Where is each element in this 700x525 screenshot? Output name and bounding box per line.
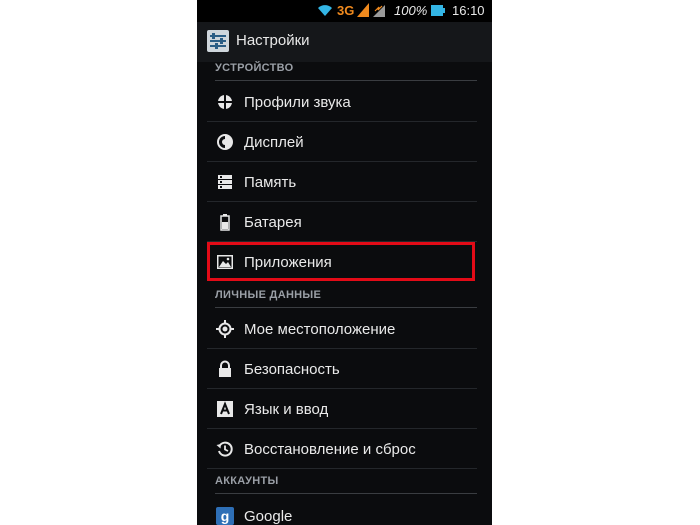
- svg-text:g: g: [221, 508, 230, 524]
- battery-icon: [220, 214, 230, 231]
- clock: 16:10: [452, 3, 485, 18]
- settings-item-backup[interactable]: Восстановление и сброс: [207, 430, 477, 469]
- network-type: 3G: [337, 3, 355, 18]
- settings-item-label: Восстановление и сброс: [244, 441, 416, 458]
- battery-percent: 100%: [394, 3, 428, 18]
- lock-icon: [219, 360, 231, 377]
- settings-item-memory[interactable]: Память: [207, 163, 477, 202]
- keyboard-letter-icon: [217, 401, 233, 417]
- settings-item-label: Батарея: [244, 214, 302, 231]
- sound-profiles-icon: [217, 94, 233, 110]
- settings-item-label: Мое местоположение: [244, 321, 396, 338]
- storage-icon: [218, 175, 232, 189]
- settings-item-google[interactable]: g Google: [207, 497, 477, 525]
- settings-item-label: Безопасность: [244, 361, 340, 378]
- display-brightness-icon: [217, 134, 233, 150]
- settings-item-label: Google: [244, 508, 293, 525]
- settings-sliders-icon[interactable]: [207, 30, 229, 52]
- section-header-device: УСТРОЙСТВО: [215, 62, 477, 81]
- section-header-personal: ЛИЧНЫЕ ДАННЫЕ: [215, 289, 477, 308]
- signal-icon: [373, 5, 385, 17]
- signal-icon: [357, 3, 369, 17]
- google-icon: g: [216, 507, 234, 525]
- settings-item-location[interactable]: Мое местоположение: [207, 310, 477, 349]
- settings-item-battery[interactable]: Батарея: [207, 203, 477, 242]
- settings-item-display[interactable]: Дисплей: [207, 123, 477, 162]
- settings-item-label: Профили звука: [244, 94, 351, 111]
- battery-icon: [431, 5, 445, 16]
- section-header-accounts: АККАУНТЫ: [215, 475, 477, 494]
- settings-item-sound-profiles[interactable]: Профили звука: [207, 83, 477, 122]
- page-title: Настройки: [236, 32, 310, 49]
- settings-item-label: Дисплей: [244, 134, 304, 151]
- settings-item-label: Язык и ввод: [244, 401, 329, 418]
- settings-item-label: Память: [244, 174, 297, 191]
- settings-item-language[interactable]: Язык и ввод: [207, 390, 477, 429]
- highlight-box: [207, 242, 475, 281]
- settings-item-security[interactable]: Безопасность: [207, 350, 477, 389]
- location-icon: [216, 320, 234, 338]
- wifi-icon: [318, 5, 332, 16]
- restore-icon: [216, 441, 233, 457]
- status-bar: 3G 100% 16:10: [197, 0, 492, 22]
- action-bar: Настройки: [197, 22, 492, 62]
